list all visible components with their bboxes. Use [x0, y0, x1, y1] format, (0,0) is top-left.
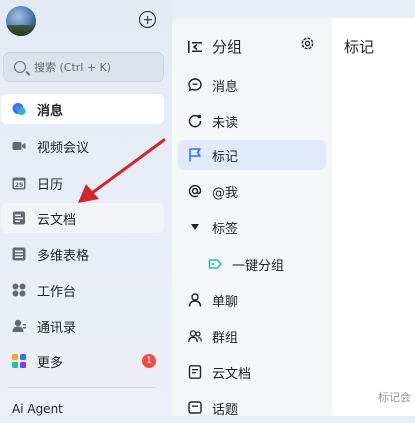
group-title: 分组: [212, 38, 243, 56]
nav-label: 工作台: [37, 284, 77, 300]
nav-label: 多维表格: [37, 248, 90, 264]
nav-item-calendar[interactable]: 29 日历: [1, 168, 164, 198]
topic-icon: [188, 401, 202, 414]
add-button[interactable]: [139, 11, 156, 28]
group-item-one-click-group[interactable]: 一键分组: [178, 249, 326, 279]
contacts-icon: [12, 319, 26, 332]
group-icon: [188, 330, 202, 343]
collapse-sidebar-icon[interactable]: [188, 40, 202, 53]
group-item-unread[interactable]: 未读: [178, 106, 326, 136]
group-item-topics[interactable]: 话题: [178, 393, 326, 423]
search-placeholder: 搜索 (Ctrl + K): [34, 61, 112, 74]
cloud-document-icon: [13, 211, 25, 225]
group-item-mentions[interactable]: @我: [178, 176, 326, 206]
nav-divider: [8, 387, 156, 388]
single-chat-icon: [188, 293, 202, 307]
nav-label: 消息: [37, 103, 64, 119]
search-box[interactable]: 搜索 (Ctrl + K): [3, 52, 164, 82]
nav-label: 通讯录: [37, 320, 77, 336]
message-bubble-icon: [12, 103, 26, 115]
nav-item-more[interactable]: 更多 1: [1, 346, 164, 376]
nav-item-base[interactable]: 多维表格: [1, 239, 164, 269]
at-icon: [188, 184, 202, 198]
nav-item-messages[interactable]: 消息: [1, 94, 164, 124]
video-camera-icon: [12, 142, 26, 150]
group-item-label: 单聊: [212, 294, 239, 310]
gear-icon[interactable]: [300, 36, 315, 51]
content-title: 标记: [344, 38, 375, 56]
group-item-label: 标签: [212, 221, 239, 237]
workplace-grid-icon: [12, 283, 26, 297]
calendar-icon: 29: [12, 177, 26, 190]
nav-rail: 搜索 (Ctrl + K) 消息 视频会议 29 日历 云文档 多维表格 工作台…: [0, 0, 172, 416]
group-item-docs[interactable]: 云文档: [178, 357, 326, 387]
group-item-label: @我: [212, 185, 239, 201]
search-icon: [14, 61, 26, 73]
nav-label: 视频会议: [37, 140, 90, 156]
content-footer-text: 标记会: [378, 391, 411, 404]
base-table-icon: [12, 247, 26, 261]
group-item-label: 话题: [212, 402, 239, 418]
user-avatar[interactable]: [6, 6, 36, 36]
group-item-label: 消息: [212, 79, 239, 95]
group-item-label: 一键分组: [232, 258, 285, 274]
nav-item-workplace[interactable]: 工作台: [1, 275, 164, 305]
group-item-label: 云文档: [212, 366, 252, 382]
group-item-label: 群组: [212, 330, 239, 346]
group-item-groups[interactable]: 群组: [178, 321, 326, 351]
expand-triangle-icon[interactable]: [191, 224, 199, 230]
unread-icon: [188, 114, 202, 128]
chat-bubble-icon: [188, 78, 202, 92]
nav-bottom-text[interactable]: Ai Agent: [12, 402, 63, 416]
group-item-single-chat[interactable]: 单聊: [178, 285, 326, 315]
group-header: 分组: [188, 36, 242, 57]
group-item-label: 未读: [212, 115, 239, 131]
content-pane: 标记 标记会: [332, 18, 415, 416]
flag-icon: [189, 148, 201, 162]
nav-label: 日历: [37, 177, 64, 193]
unread-badge: 1: [142, 354, 156, 368]
nav-item-contacts[interactable]: 通讯录: [1, 311, 164, 341]
group-item-flagged[interactable]: 标记: [178, 140, 326, 170]
nav-label: 云文档: [37, 212, 77, 228]
nav-item-video-meeting[interactable]: 视频会议: [1, 131, 164, 161]
more-apps-icon: [12, 354, 26, 368]
group-panel: 分组 消息 未读 标记 @我 标签 一键分组 单聊 群组 云文档 话题: [172, 18, 332, 418]
nav-label: 更多: [37, 355, 64, 371]
document-icon: [188, 365, 202, 379]
group-item-messages[interactable]: 消息: [178, 70, 326, 100]
tag-icon: [208, 259, 222, 269]
nav-item-cloud-docs[interactable]: 云文档: [1, 203, 164, 233]
group-item-tags[interactable]: 标签: [178, 212, 326, 242]
svg-text:29: 29: [15, 182, 23, 189]
group-item-label: 标记: [212, 149, 239, 165]
